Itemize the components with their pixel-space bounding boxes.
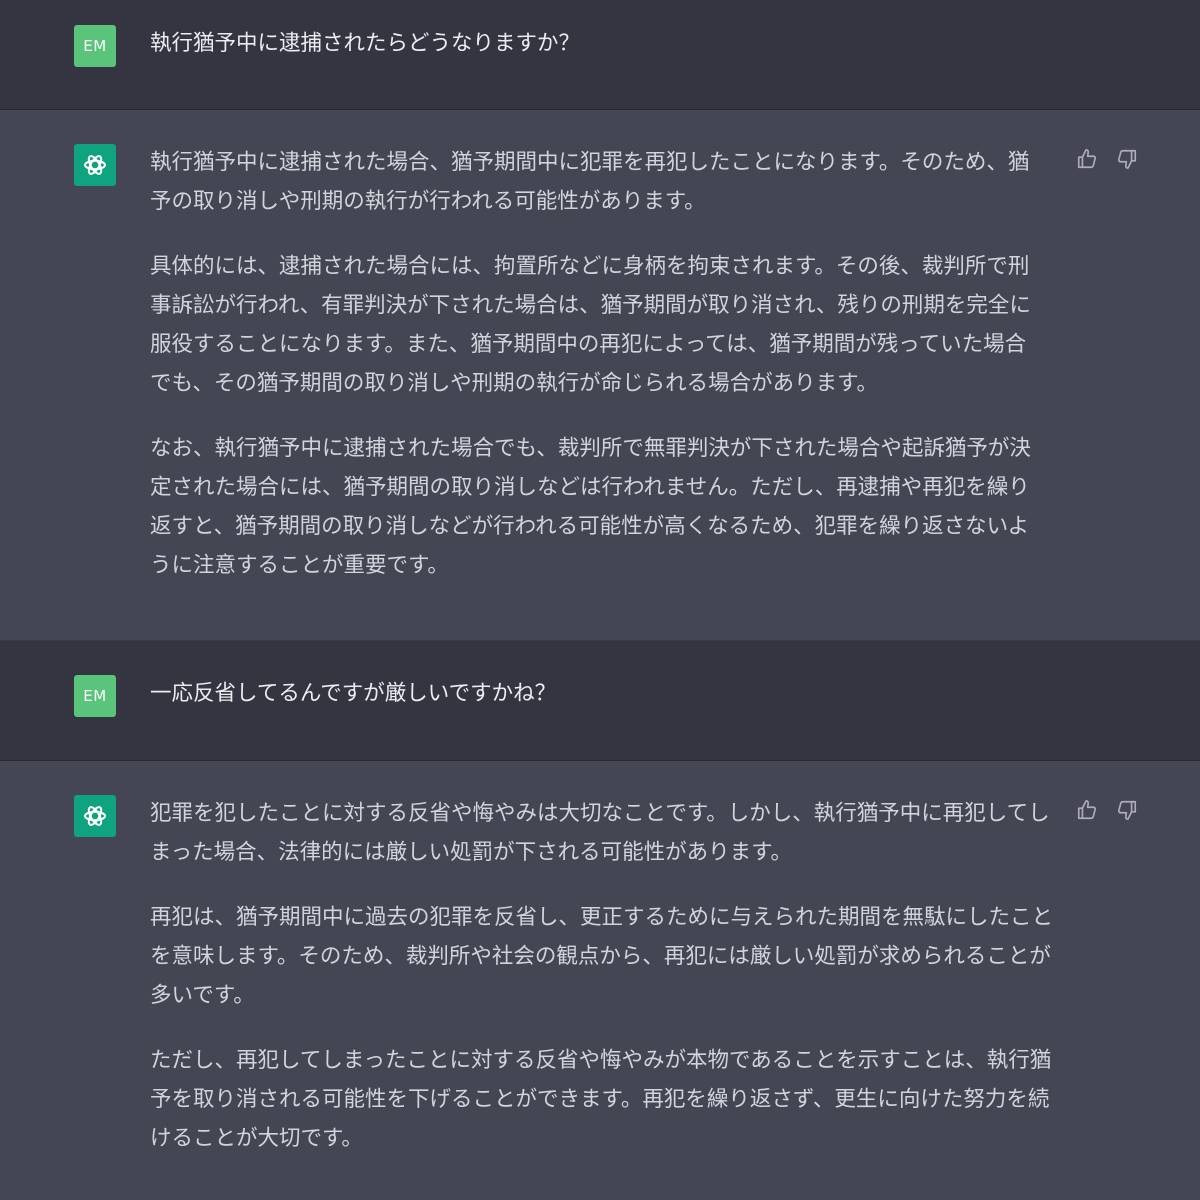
user-message-turn: EM 執行猶予中に逮捕されたらどうなりますか？ (0, 0, 1200, 110)
assistant-message-turn: 犯罪を犯したことに対する反省や悔やみは大切なことです。しかし、執行猶予中に再犯し… (0, 761, 1200, 1200)
message-paragraph: 具体的には、逮捕された場合には、拘置所などに身柄を拘束されます。その後、裁判所で… (150, 254, 1031, 396)
user-message-text: 執行猶予中に逮捕されたらどうなりますか？ (150, 24, 1045, 63)
assistant-message-turn: 執行猶予中に逮捕された場合、猶予期間中に犯罪を再犯したことになります。そのため、… (0, 110, 1200, 641)
message-paragraph: 一応反省してるんですが厳しいですかね？ (150, 681, 557, 706)
message-paragraph: 犯罪を犯したことに対する反省や悔やみは大切なことです。しかし、執行猶予中に再犯し… (150, 801, 1050, 865)
thumbs-down-button[interactable] (1116, 148, 1138, 170)
message-paragraph: 執行猶予中に逮捕されたらどうなりますか？ (150, 31, 581, 56)
user-avatar-label: EM (83, 687, 107, 705)
thumbs-down-button[interactable] (1116, 799, 1138, 821)
thumbs-up-button[interactable] (1076, 148, 1098, 170)
message-paragraph: なお、執行猶予中に逮捕された場合でも、裁判所で無罪判決が下された場合や起訴猶予が… (150, 436, 1031, 578)
message-paragraph: 再犯は、猶予期間中に過去の犯罪を反省し、更正するために与えられた期間を無駄にした… (150, 905, 1054, 1008)
user-message-text: 一応反省してるんですが厳しいですかね？ (150, 674, 1045, 713)
user-message-turn: EM 一応反省してるんですが厳しいですかね？ (0, 641, 1200, 761)
thumbs-down-icon (1117, 800, 1137, 820)
assistant-message-text: 執行猶予中に逮捕された場合、猶予期間中に犯罪を再犯したことになります。そのため、… (150, 143, 1045, 585)
thumbs-down-icon (1117, 149, 1137, 169)
message-paragraph: ただし、再犯してしまったことに対する反省や悔やみが本物であることを示すことは、執… (150, 1048, 1052, 1151)
thumbs-up-icon (1077, 800, 1097, 820)
message-paragraph: 執行猶予中に逮捕された場合、猶予期間中に犯罪を再犯したことになります。そのため、… (150, 150, 1030, 214)
feedback-buttons (1076, 148, 1138, 170)
assistant-avatar (74, 795, 116, 837)
chatgpt-logo-icon (84, 806, 106, 826)
thumbs-up-icon (1077, 149, 1097, 169)
assistant-message-text: 犯罪を犯したことに対する反省や悔やみは大切なことです。しかし、執行猶予中に再犯し… (150, 794, 1060, 1158)
feedback-buttons (1076, 799, 1138, 821)
chatgpt-logo-icon (84, 155, 106, 175)
user-avatar: EM (74, 25, 116, 67)
user-avatar-label: EM (83, 37, 107, 55)
user-avatar: EM (74, 675, 116, 717)
assistant-avatar (74, 144, 116, 186)
thumbs-up-button[interactable] (1076, 799, 1098, 821)
